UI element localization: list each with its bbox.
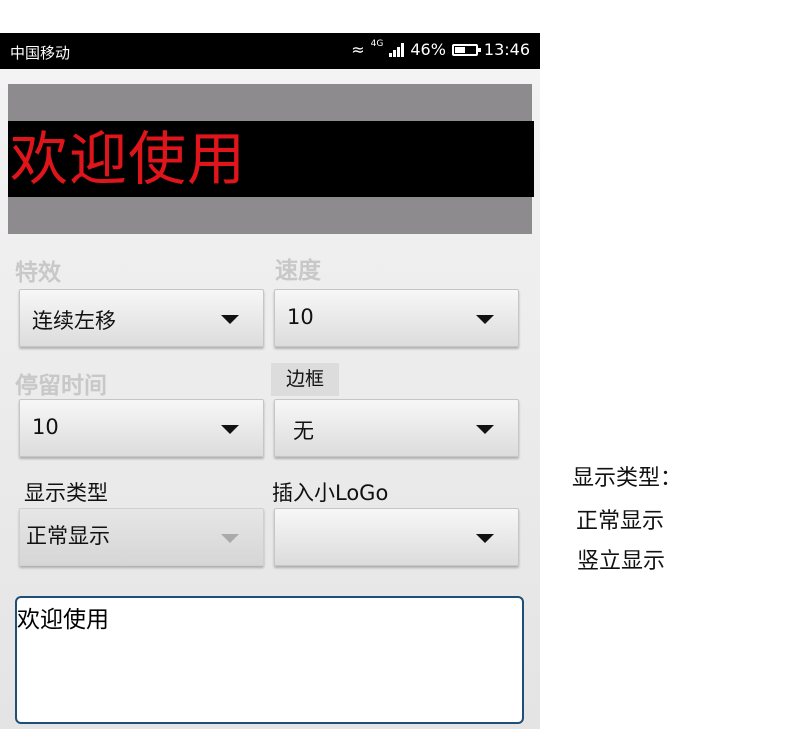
speed-spinner[interactable]: 10 [274, 289, 519, 347]
dropdown-arrow-icon [476, 315, 494, 324]
speed-label: 速度 [275, 258, 321, 284]
display-type-spinner[interactable]: 正常显示 [19, 508, 264, 566]
message-input[interactable]: 欢迎使用 [15, 596, 524, 724]
border-spinner[interactable]: 无 [274, 399, 519, 457]
led-preview: 欢迎使用 [8, 84, 534, 234]
dropdown-arrow-icon [476, 425, 494, 434]
dwell-time-label: 停留时间 [15, 373, 107, 399]
status-indicators: ≈ 4G 46% 13:46 [351, 38, 530, 60]
note-title: 显示类型： [572, 466, 683, 491]
dropdown-arrow-icon [221, 315, 239, 324]
dropdown-arrow-icon [221, 534, 239, 543]
logo-spinner[interactable] [274, 508, 519, 566]
wifi-icon: ≈ [351, 40, 365, 59]
display-type-label: 显示类型 [24, 481, 108, 505]
border-label: 边框 [271, 363, 339, 396]
speed-value: 10 [287, 305, 314, 329]
note-option-normal: 正常显示 [576, 509, 665, 534]
border-value: 无 [293, 419, 314, 443]
effect-value: 连续左移 [32, 309, 116, 333]
status-bar: 中国移动 ≈ 4G 46% 13:46 [0, 33, 540, 69]
dwell-time-spinner[interactable]: 10 [19, 399, 264, 457]
battery-percent: 46% [410, 40, 446, 59]
display-type-value: 正常显示 [26, 524, 110, 548]
note-option-vertical: 竖立显示 [577, 549, 666, 574]
phone-screen: 中国移动 ≈ 4G 46% 13:46 欢迎使用 特效 速度 连续左移 10 停… [0, 33, 540, 729]
led-text: 欢迎使用 [8, 121, 534, 197]
battery-icon [451, 43, 481, 56]
logo-label: 插入小LoGo [272, 481, 389, 505]
clock: 13:46 [483, 40, 530, 59]
dropdown-arrow-icon [476, 534, 494, 543]
network-type: 4G [370, 38, 384, 49]
effect-spinner[interactable]: 连续左移 [19, 289, 264, 347]
effect-label: 特效 [15, 260, 61, 286]
carrier-name: 中国移动 [10, 44, 71, 62]
signal-icon [389, 42, 405, 57]
dropdown-arrow-icon [221, 425, 239, 434]
dwell-time-value: 10 [32, 415, 59, 439]
